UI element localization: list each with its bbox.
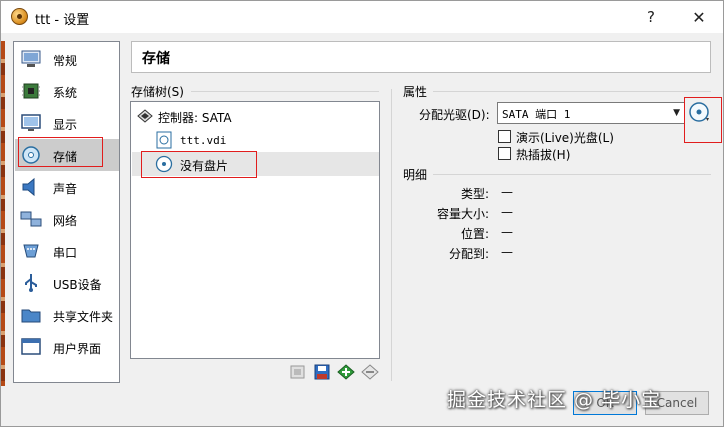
highlight-empty-optical-drive xyxy=(141,151,257,178)
highlight-storage-item xyxy=(18,137,103,167)
cancel-button-label: Cancel xyxy=(656,396,698,410)
attached-to-label: 分配到: xyxy=(448,247,489,261)
sidebar-item-network[interactable]: 网络 xyxy=(15,203,119,235)
sidebar-item-user-interface[interactable]: 用户界面 xyxy=(15,331,119,363)
close-icon: ✕ xyxy=(692,7,706,27)
system-icon xyxy=(22,83,40,99)
panel-separator xyxy=(391,89,392,381)
display-icon xyxy=(21,114,41,131)
hard-disk-icon xyxy=(156,131,172,149)
optical-drive-select[interactable]: SATA 端口 1 ▼ xyxy=(497,102,685,124)
sidebar-item-shared-folders[interactable]: 共享文件夹 xyxy=(15,299,119,331)
usb-icon xyxy=(25,274,37,292)
window-title: ttt - 设置 xyxy=(35,13,90,28)
optical-drive-select-value: SATA 端口 1 xyxy=(502,108,571,121)
storage-tree[interactable]: 控制器: SATA ttt.vdi 没有盘片 xyxy=(130,101,380,359)
network-icon xyxy=(20,211,42,227)
live-cd-checkbox[interactable] xyxy=(498,130,511,143)
virtualbox-app-icon xyxy=(11,8,28,25)
hot-pluggable-label: 热插拔(H) xyxy=(516,148,571,162)
type-value: — xyxy=(501,185,513,199)
sidebar-item-label: 常规 xyxy=(53,54,78,68)
storage-toolbar xyxy=(289,363,379,383)
general-icon xyxy=(21,50,41,67)
size-label: 容量大小: xyxy=(436,207,489,221)
attributes-label: 属性 xyxy=(403,85,428,99)
sidebar-item-label: 串口 xyxy=(53,246,78,260)
desktop-background xyxy=(1,41,5,386)
controller-label: 控制器: SATA xyxy=(158,111,232,125)
sidebar-item-label: 显示 xyxy=(53,118,78,132)
optical-drive-field-label: 分配光驱(D): xyxy=(419,108,490,122)
hard-disk-label: ttt.vdi xyxy=(180,134,227,147)
watermark: 掘金技术社区 @ 毕小宝 xyxy=(447,389,662,411)
sidebar-item-audio[interactable]: 声音 xyxy=(15,171,119,203)
hot-pluggable-checkbox[interactable] xyxy=(498,147,511,160)
group-divider xyxy=(191,91,379,92)
shared-folder-icon xyxy=(21,309,41,323)
remove-attachment-icon[interactable] xyxy=(361,363,379,381)
sidebar-item-serial-port[interactable]: 串口 xyxy=(15,235,119,267)
sidebar-item-label: 网络 xyxy=(53,214,78,228)
sidebar-item-label: 声音 xyxy=(53,182,78,196)
highlight-choose-disk-button xyxy=(684,97,722,143)
group-divider xyxy=(433,91,711,92)
settings-window: ttt - 设置 ? ✕ 常规 系统 显示 存储 声音 网络 串口 USB设备 … xyxy=(0,0,724,427)
sidebar-item-label: 用户界面 xyxy=(53,342,102,356)
controller-icon xyxy=(137,109,153,123)
sidebar-item-label: 系统 xyxy=(53,86,78,100)
sidebar-item-label: USB设备 xyxy=(53,278,102,292)
location-value: — xyxy=(501,225,513,239)
sidebar-item-general[interactable]: 常规 xyxy=(15,43,119,75)
sidebar-item-display[interactable]: 显示 xyxy=(15,107,119,139)
add-controller-icon[interactable] xyxy=(289,363,307,381)
sidebar-item-usb[interactable]: USB设备 xyxy=(15,267,119,299)
live-cd-label: 演示(Live)光盘(L) xyxy=(516,131,614,145)
help-icon: ? xyxy=(647,8,655,26)
user-interface-icon xyxy=(21,338,41,355)
size-value: — xyxy=(501,205,513,219)
group-divider xyxy=(433,174,711,175)
storage-tree-label: 存储树(S) xyxy=(131,85,184,99)
sidebar-item-system[interactable]: 系统 xyxy=(15,75,119,107)
help-button[interactable]: ? xyxy=(629,1,673,33)
serial-port-icon xyxy=(23,244,39,258)
settings-category-list: 常规 系统 显示 存储 声音 网络 串口 USB设备 共享文件夹 用户界面 xyxy=(13,41,120,383)
type-label: 类型: xyxy=(460,187,489,201)
tree-item-hard-disk[interactable]: ttt.vdi xyxy=(132,128,379,152)
title-bar: ttt - 设置 ? ✕ xyxy=(1,1,723,33)
section-header: 存储 xyxy=(131,41,711,73)
attached-to-value: — xyxy=(501,245,513,259)
sidebar-item-label: 共享文件夹 xyxy=(53,310,114,324)
save-floppy-icon[interactable] xyxy=(313,363,331,381)
location-label: 位置: xyxy=(460,227,489,241)
page-title: 存储 xyxy=(142,51,170,67)
close-button[interactable]: ✕ xyxy=(677,1,721,33)
tree-item-controller[interactable]: 控制器: SATA xyxy=(132,104,379,128)
audio-icon xyxy=(22,177,35,197)
add-attachment-icon[interactable] xyxy=(337,363,355,381)
details-label: 明细 xyxy=(403,168,428,182)
chevron-down-icon: ▼ xyxy=(673,108,680,118)
